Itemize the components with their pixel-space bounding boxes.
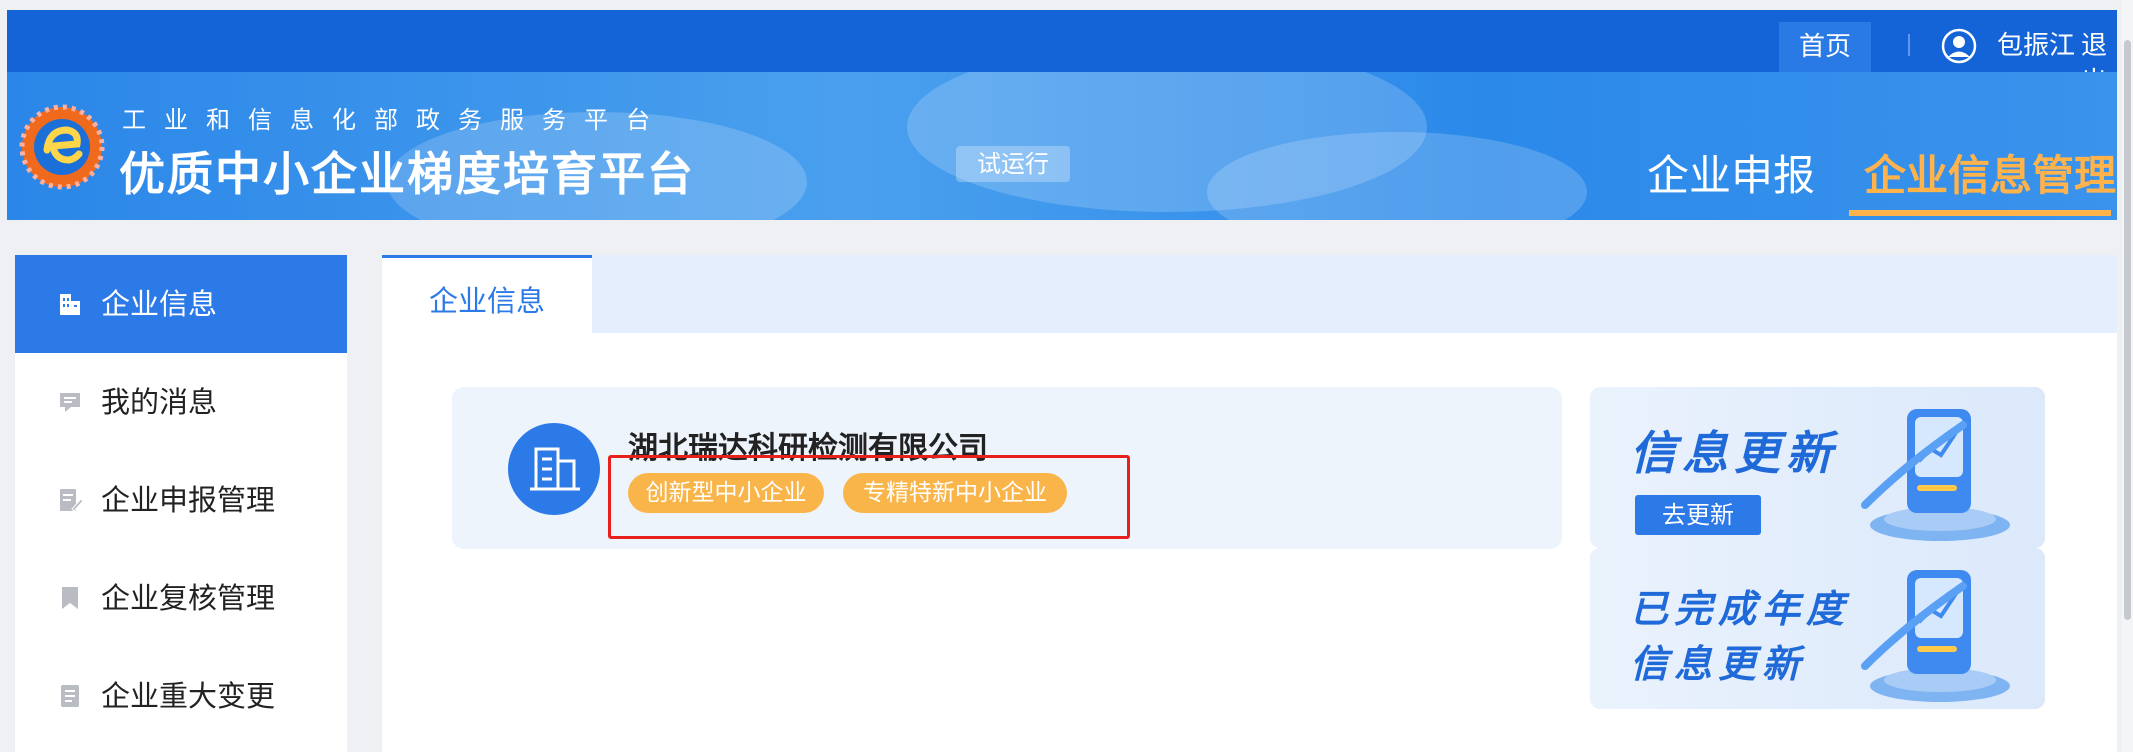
header-banner: 工业和信息化部政务服务平台 优质中小企业梯度培育平台 试运行 企业申报 企业信息… bbox=[7, 72, 2117, 220]
sidebar-item-review-management[interactable]: 企业复核管理 bbox=[15, 549, 347, 647]
user-name[interactable]: 包振江 bbox=[1997, 28, 2075, 64]
sidebar-item-label: 企业信息 bbox=[101, 287, 218, 321]
sidebar-item-declaration-management[interactable]: 企业申报管理 bbox=[15, 451, 347, 549]
tab-bar: 企业信息 bbox=[382, 255, 2117, 333]
nav-enterprise-info-management[interactable]: 企业信息管理 bbox=[1864, 142, 2116, 203]
message-icon bbox=[60, 393, 80, 412]
platform-subtitle: 工业和信息化部政务服务平台 bbox=[122, 106, 668, 134]
sidebar-item-label: 企业复核管理 bbox=[101, 581, 276, 615]
trial-badge: 试运行 bbox=[956, 146, 1070, 182]
sidebar-item-major-changes[interactable]: 企业重大变更 bbox=[15, 647, 347, 745]
tab-enterprise-info[interactable]: 企业信息 bbox=[382, 255, 592, 333]
building-icon bbox=[530, 447, 580, 491]
sidebar-item-my-messages[interactable]: 我的消息 bbox=[15, 353, 347, 451]
go-update-button[interactable]: 去更新 bbox=[1635, 495, 1761, 535]
tab-label: 企业信息 bbox=[428, 284, 545, 318]
promo-annual-update-done: 已完成年度 信息更新 bbox=[1590, 548, 2045, 709]
document-chart-illustration-icon bbox=[1861, 570, 2010, 702]
document-icon bbox=[61, 685, 79, 707]
user-avatar-icon[interactable] bbox=[1941, 28, 1977, 64]
sidebar-item-label: 企业申报管理 bbox=[101, 483, 276, 517]
edit-document-icon bbox=[60, 489, 83, 512]
active-nav-indicator bbox=[1849, 210, 2111, 216]
sidebar-item-label: 我的消息 bbox=[101, 385, 218, 419]
document-chart-illustration-icon bbox=[1861, 409, 2010, 541]
home-link[interactable]: 首页 bbox=[1779, 22, 1871, 72]
building-icon bbox=[60, 294, 80, 315]
promo-info-update[interactable]: 信息更新 去更新 bbox=[1590, 387, 2045, 548]
platform-title: 优质中小企业梯度培育平台 bbox=[119, 147, 695, 201]
top-bar: 首页 包振江 退出 bbox=[7, 10, 2117, 97]
tags-highlight-box bbox=[608, 455, 1130, 539]
promo-title: 信息更新 bbox=[1630, 426, 1838, 480]
vertical-scrollbar[interactable] bbox=[2122, 0, 2133, 752]
promo-title-line1: 已完成年度 bbox=[1630, 587, 1851, 631]
platform-logo-icon bbox=[19, 104, 105, 190]
nav-enterprise-declaration[interactable]: 企业申报 bbox=[1647, 142, 1815, 203]
company-avatar bbox=[508, 423, 600, 515]
promo-title-line2: 信息更新 bbox=[1630, 642, 1807, 686]
bookmark-icon bbox=[62, 587, 78, 609]
divider bbox=[1908, 34, 1910, 56]
sidebar: 企业信息 我的消息 企业申报管理 企业复核管理 企业重大变更 bbox=[15, 255, 347, 752]
scrollbar-thumb[interactable] bbox=[2124, 40, 2131, 620]
sidebar-item-enterprise-info[interactable]: 企业信息 bbox=[15, 255, 347, 353]
sidebar-item-label: 企业重大变更 bbox=[101, 679, 276, 713]
